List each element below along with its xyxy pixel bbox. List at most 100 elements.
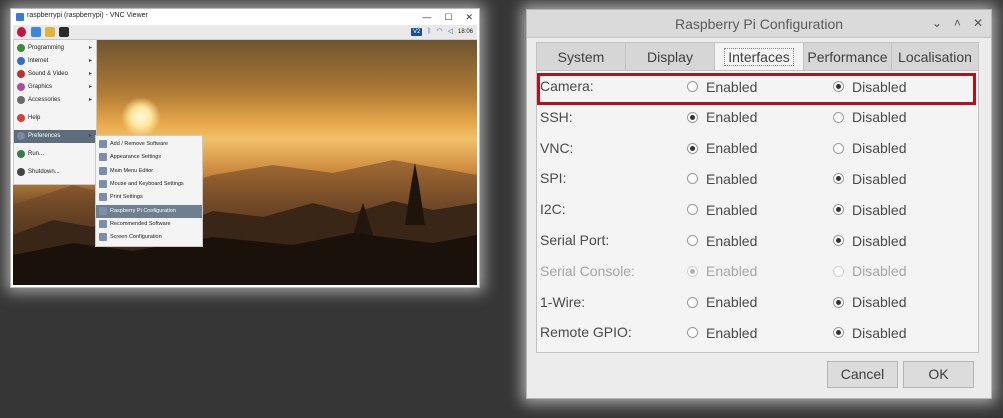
- maximize-icon[interactable]: ☐: [444, 10, 452, 24]
- vnc-titlebar: raspberrypi (raspberrypi) - VNC Viewer —…: [11, 9, 479, 25]
- radio-circle[interactable]: [833, 81, 844, 92]
- serial-port-disabled-radio[interactable]: Disabled: [833, 232, 906, 249]
- taskbar-clock: 18:06: [457, 29, 473, 35]
- menu-item-preferences[interactable]: Preferences ▸: [14, 130, 96, 143]
- interface-label: Serial Port:: [540, 232, 610, 248]
- submenu-arrow-icon: ▸: [88, 133, 92, 139]
- interface-label: Serial Console:: [540, 262, 635, 279]
- terminal-icon[interactable]: [59, 27, 69, 37]
- radio-circle[interactable]: [687, 204, 698, 216]
- tab-system[interactable]: System: [536, 42, 626, 70]
- menu-item-icon: [17, 150, 25, 158]
- radio-label: Enabled: [706, 232, 758, 249]
- tab-localisation[interactable]: Localisation: [891, 42, 979, 70]
- menu-item-help[interactable]: Help: [14, 112, 96, 125]
- file-manager-icon[interactable]: [45, 27, 55, 37]
- submenu-item-add-remove-software[interactable]: Add / Remove Software: [96, 138, 202, 151]
- minimize-icon[interactable]: —: [422, 10, 431, 24]
- menu-item-run[interactable]: Run...: [14, 148, 96, 161]
- radio-circle[interactable]: [687, 327, 698, 339]
- spi-disabled-radio[interactable]: Disabled: [833, 170, 906, 187]
- interface-label: 1-Wire:: [540, 293, 586, 310]
- remote-gpio-enabled-radio[interactable]: Enabled: [687, 324, 757, 341]
- i2c-disabled-radio[interactable]: Disabled: [833, 201, 906, 218]
- vnc-viewer-window: raspberrypi (raspberrypi) - VNC Viewer —…: [10, 8, 480, 288]
- remote-gpio-disabled-radio[interactable]: Disabled: [833, 324, 906, 341]
- vnc-server-icon[interactable]: V2: [410, 28, 423, 36]
- browser-icon[interactable]: [31, 27, 41, 37]
- submenu-arrow-icon: ▸: [88, 71, 92, 77]
- tab-performance[interactable]: Performance: [803, 42, 892, 70]
- submenu-item-print-settings[interactable]: Print Settings: [96, 191, 202, 204]
- interface-label: SPI:: [540, 170, 567, 187]
- menu-item-shutdown[interactable]: Shutdown...: [14, 166, 96, 179]
- serial-port-enabled-radio[interactable]: Enabled: [687, 232, 757, 249]
- spi-enabled-radio[interactable]: Enabled: [687, 170, 757, 187]
- menu-item-programming[interactable]: Programming ▸: [14, 42, 96, 55]
- camera-enabled-radio[interactable]: Enabled: [687, 78, 757, 95]
- camera-disabled-radio[interactable]: Disabled: [833, 78, 906, 95]
- menu-item-icon: [17, 96, 25, 104]
- dialog-close-icon[interactable]: ✕: [973, 15, 983, 31]
- radio-circle[interactable]: [833, 173, 844, 185]
- radio-circle[interactable]: [833, 296, 844, 308]
- radio-circle[interactable]: [687, 111, 698, 123]
- vnc-disabled-radio[interactable]: Disabled: [833, 140, 906, 157]
- radio-circle[interactable]: [687, 296, 698, 308]
- menu-item-label: Sound & Video: [28, 71, 68, 77]
- submenu-item-label: Add / Remove Software: [110, 141, 169, 147]
- menu-item-accessories[interactable]: Accessories ▸: [14, 94, 96, 107]
- radio-circle: [687, 265, 698, 277]
- radio-label: Disabled: [852, 109, 907, 126]
- menu-item-sound-video[interactable]: Sound & Video ▸: [14, 68, 96, 81]
- bluetooth-icon[interactable]: ᛒ: [427, 27, 431, 37]
- serial-console-enabled-radio: Enabled: [687, 263, 757, 280]
- menu-item-internet[interactable]: Internet ▸: [14, 55, 96, 68]
- radio-circle[interactable]: [687, 173, 698, 185]
- volume-icon[interactable]: ◁: [448, 27, 453, 37]
- submenu-item-main-menu-editor[interactable]: Main Menu Editor: [96, 165, 202, 178]
- submenu-item-recommended-software[interactable]: Recommended Software: [96, 218, 202, 231]
- interface-row-serial-console: Serial Console: Enabled Disabled: [537, 256, 978, 287]
- interface-row-vnc: VNC: Enabled Disabled: [537, 133, 978, 164]
- radio-circle[interactable]: [687, 235, 698, 246]
- radio-label: Enabled: [706, 263, 758, 280]
- tab-display[interactable]: Display: [625, 42, 715, 70]
- radio-circle[interactable]: [833, 204, 844, 216]
- radio-circle[interactable]: [687, 142, 698, 154]
- wifi-icon[interactable]: ◠: [436, 27, 442, 37]
- cancel-button[interactable]: Cancel: [827, 361, 898, 388]
- submenu-item-mouse-and-keyboard-settings[interactable]: Mouse and Keyboard Settings: [96, 178, 202, 191]
- submenu-item-icon: [99, 193, 107, 202]
- i2c-enabled-radio[interactable]: Enabled: [687, 201, 757, 218]
- close-icon[interactable]: ✕: [465, 10, 473, 24]
- vnc-app-icon: [16, 13, 24, 21]
- radio-label: Disabled: [852, 78, 907, 95]
- submenu-arrow-icon: ▸: [88, 58, 92, 64]
- radio-circle[interactable]: [687, 81, 698, 92]
- submenu-item-screen-configuration[interactable]: Screen Configuration: [96, 231, 202, 244]
- vnc-enabled-radio[interactable]: Enabled: [687, 140, 757, 157]
- radio-circle[interactable]: [833, 235, 844, 246]
- ok-button[interactable]: OK: [903, 361, 974, 388]
- submenu-item-appearance-settings[interactable]: Appearance Settings: [96, 151, 202, 164]
- 1-wire-disabled-radio[interactable]: Disabled: [833, 294, 906, 311]
- ssh-enabled-radio[interactable]: Enabled: [687, 109, 757, 126]
- dialog-maximize-icon[interactable]: ˄: [954, 15, 961, 31]
- interface-row-serial-port: Serial Port: Enabled Disabled: [537, 225, 978, 256]
- tab-interfaces[interactable]: Interfaces: [714, 42, 804, 71]
- radio-circle[interactable]: [833, 142, 844, 154]
- submenu-item-raspberry-pi-configuration[interactable]: Raspberry Pi Configuration: [96, 204, 202, 218]
- dialog-minimize-icon[interactable]: ⌄: [932, 15, 942, 31]
- menu-item-label: Shutdown...: [28, 169, 60, 175]
- 1-wire-enabled-radio[interactable]: Enabled: [687, 294, 757, 311]
- raspberry-menu-icon[interactable]: [17, 27, 26, 37]
- radio-circle[interactable]: [833, 327, 844, 339]
- interface-label: SSH:: [540, 108, 573, 125]
- radio-label: Disabled: [852, 263, 907, 280]
- menu-item-graphics[interactable]: Graphics ▸: [14, 81, 96, 94]
- submenu-item-icon: [99, 166, 107, 175]
- pi-taskbar: V2 ᛒ ◠ ◁ 18:06: [13, 25, 477, 40]
- radio-circle[interactable]: [833, 111, 844, 123]
- ssh-disabled-radio[interactable]: Disabled: [833, 109, 906, 126]
